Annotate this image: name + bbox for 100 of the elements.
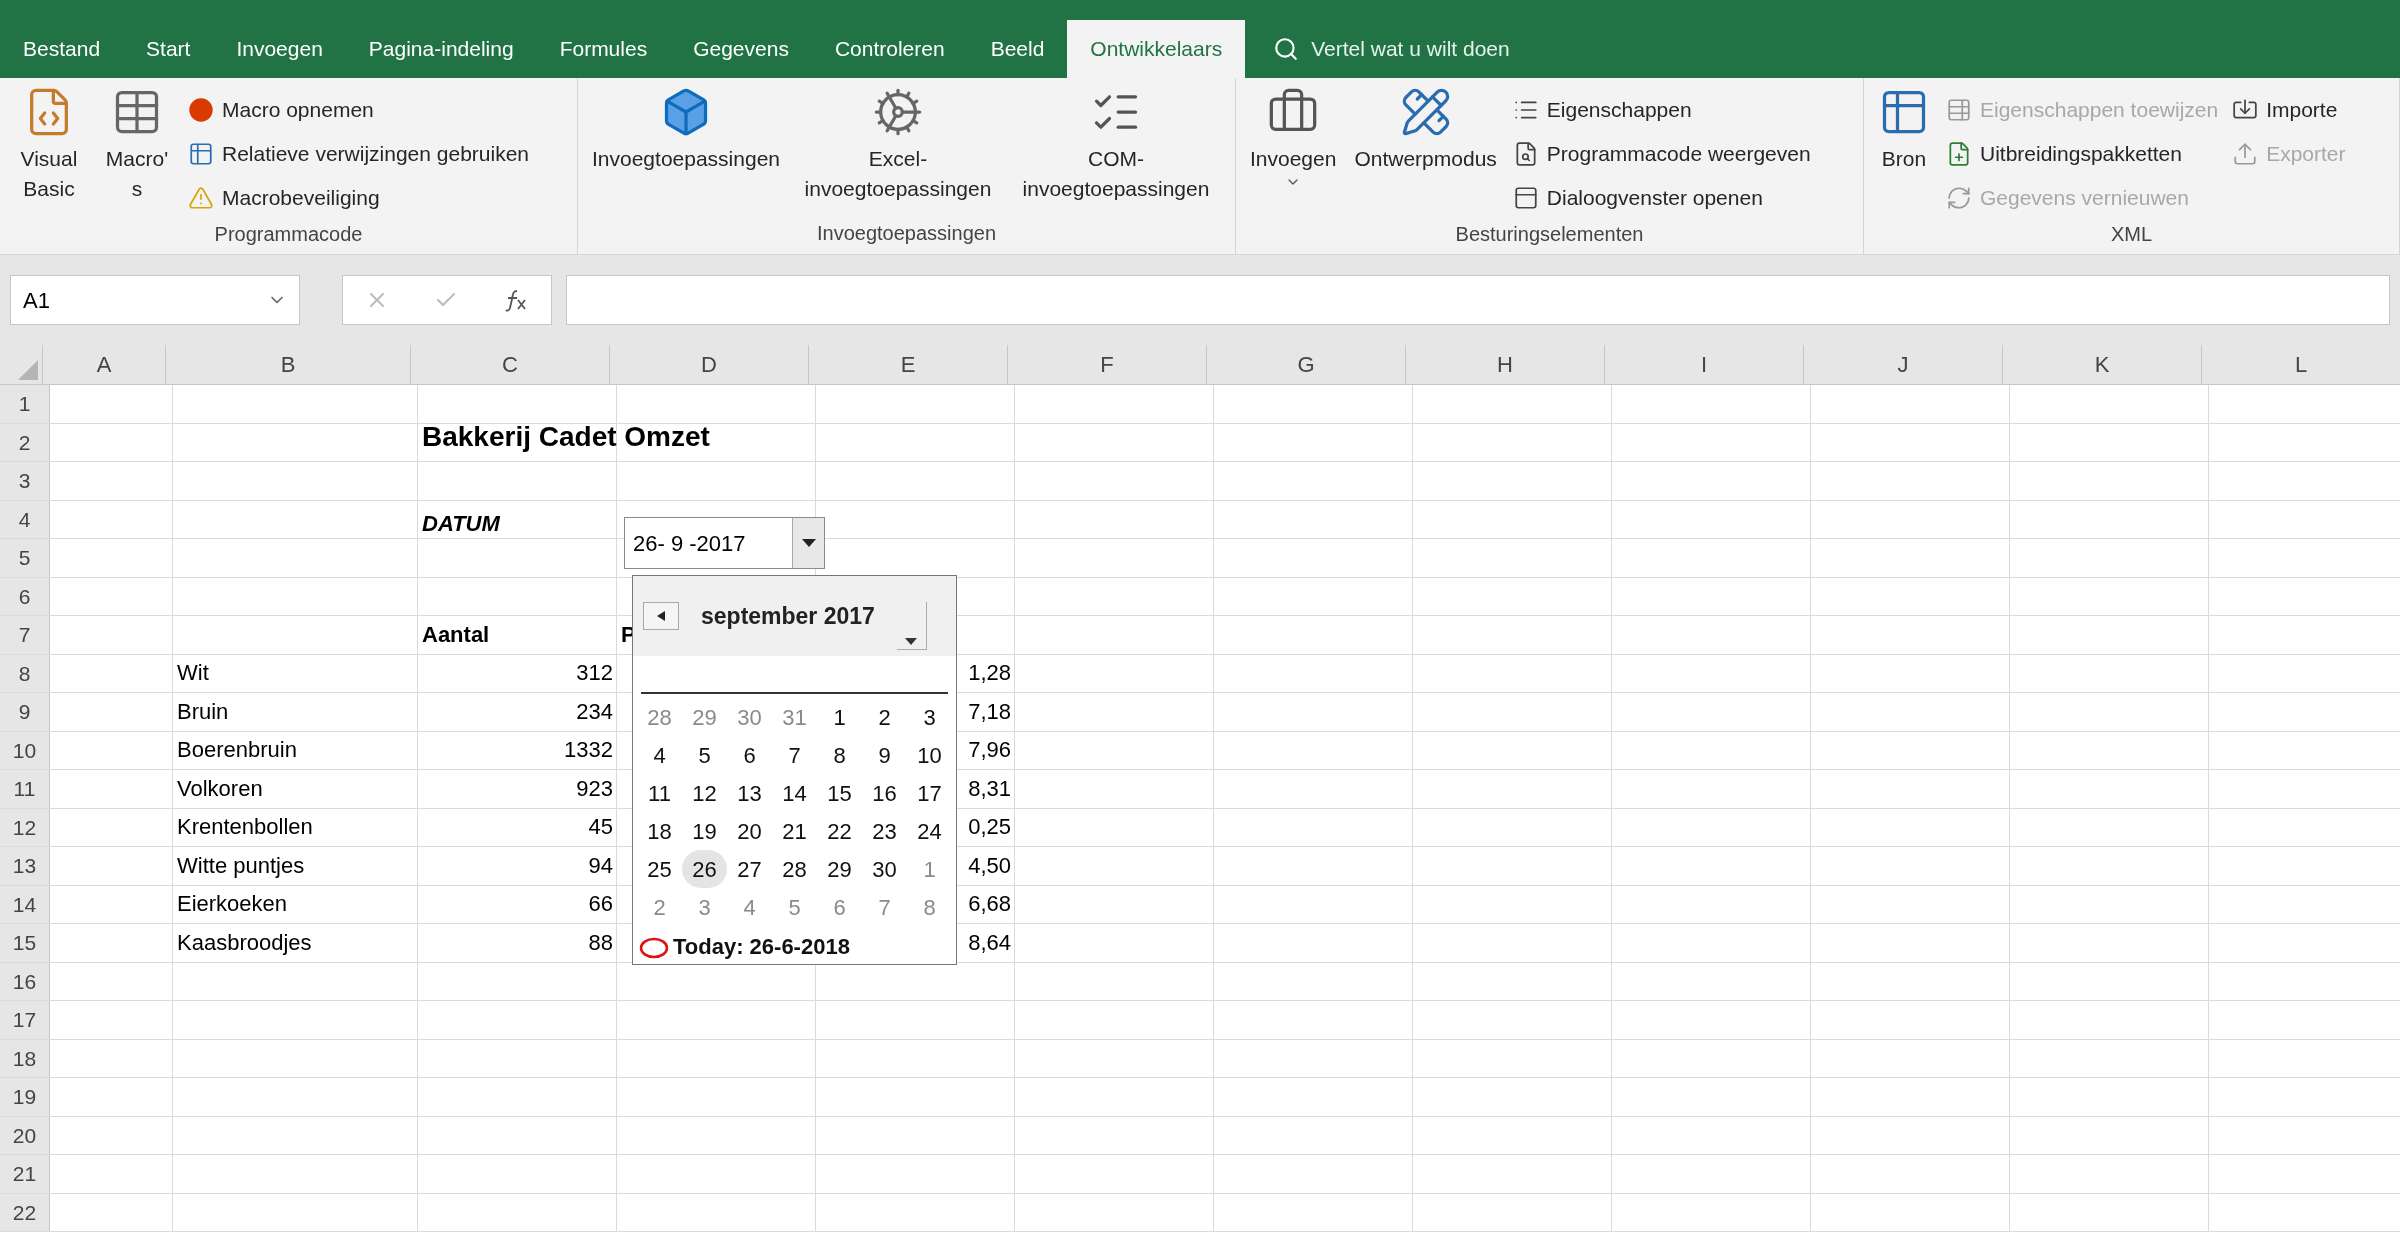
- row-header[interactable]: 12: [0, 808, 50, 846]
- calendar-day[interactable]: 21: [772, 812, 817, 850]
- calendar-day[interactable]: 31: [772, 698, 817, 736]
- row-header[interactable]: 16: [0, 962, 50, 1000]
- column-header[interactable]: J: [1803, 345, 2002, 384]
- calendar-day[interactable]: 26: [682, 850, 727, 888]
- calendar-day[interactable]: 8: [817, 736, 862, 774]
- row-header[interactable]: 22: [0, 1193, 50, 1231]
- row-header[interactable]: 6: [0, 577, 50, 615]
- calendar-day[interactable]: 20: [727, 812, 772, 850]
- row-header[interactable]: 19: [0, 1078, 50, 1116]
- column-header[interactable]: K: [2002, 345, 2201, 384]
- ribbon-button[interactable]: Invoegtoepassingen: [586, 86, 786, 174]
- calendar-day[interactable]: 5: [682, 736, 727, 774]
- row-header[interactable]: 2: [0, 423, 50, 461]
- ribbon-tab[interactable]: Ontwikkelaars: [1067, 20, 1246, 78]
- calendar-day[interactable]: 7: [772, 736, 817, 774]
- today-link[interactable]: Today: 26-6-2018: [673, 930, 850, 963]
- row-header[interactable]: 14: [0, 885, 50, 923]
- ribbon-button[interactable]: Excel-invoegtoepassingen: [792, 86, 1004, 204]
- ribbon-tab[interactable]: Start: [123, 20, 214, 78]
- ribbon-tab[interactable]: Gegevens: [670, 20, 812, 78]
- row-header[interactable]: 8: [0, 654, 50, 692]
- row-header[interactable]: 15: [0, 924, 50, 962]
- row-header[interactable]: 1: [0, 385, 50, 423]
- ribbon-tab[interactable]: Beeld: [967, 20, 1068, 78]
- row-header[interactable]: 18: [0, 1039, 50, 1077]
- ribbon-tab[interactable]: Formules: [536, 20, 671, 78]
- calendar-day[interactable]: 4: [727, 888, 772, 926]
- formula-field[interactable]: [566, 275, 2390, 325]
- previous-month-button[interactable]: [643, 602, 679, 630]
- calendar-day[interactable]: 19: [682, 812, 727, 850]
- ribbon-button[interactable]: COM-invoegtoepassingen: [1010, 86, 1222, 204]
- calendar-day[interactable]: 6: [817, 888, 862, 926]
- ribbon-button[interactable]: Eigenschappen: [1508, 88, 1815, 131]
- column-header[interactable]: F: [1007, 345, 1206, 384]
- calendar-day[interactable]: 25: [637, 850, 682, 888]
- row-header[interactable]: 7: [0, 616, 50, 654]
- calendar-day[interactable]: 18: [637, 812, 682, 850]
- row-header[interactable]: 9: [0, 693, 50, 731]
- row-header[interactable]: 5: [0, 539, 50, 577]
- calendar-day[interactable]: 3: [907, 698, 952, 736]
- row-header[interactable]: 20: [0, 1116, 50, 1154]
- calendar-day[interactable]: 22: [817, 812, 862, 850]
- calendar-day[interactable]: 10: [907, 736, 952, 774]
- ribbon-button[interactable]: Bron: [1872, 86, 1936, 174]
- column-header[interactable]: G: [1206, 345, 1405, 384]
- calendar-day[interactable]: 5: [772, 888, 817, 926]
- calendar-day[interactable]: 6: [727, 736, 772, 774]
- column-header[interactable]: E: [808, 345, 1007, 384]
- ribbon-button[interactable]: Dialoogvenster openen: [1508, 176, 1815, 219]
- ribbon-button[interactable]: Macro's: [96, 86, 178, 204]
- calendar-day[interactable]: 9: [862, 736, 907, 774]
- row-header[interactable]: 3: [0, 462, 50, 500]
- column-header[interactable]: B: [165, 345, 410, 384]
- row-header[interactable]: 11: [0, 770, 50, 808]
- calendar-day[interactable]: 4: [637, 736, 682, 774]
- calendar-day[interactable]: 24: [907, 812, 952, 850]
- calendar-day[interactable]: 29: [817, 850, 862, 888]
- date-combobox[interactable]: 26- 9 -2017: [624, 517, 825, 569]
- name-box[interactable]: A1: [10, 275, 300, 325]
- row-header[interactable]: 13: [0, 847, 50, 885]
- calendar-day[interactable]: 14: [772, 774, 817, 812]
- row-header[interactable]: 17: [0, 1001, 50, 1039]
- ribbon-tab[interactable]: Bestand: [0, 20, 124, 78]
- calendar-day[interactable]: 15: [817, 774, 862, 812]
- row-header[interactable]: 21: [0, 1155, 50, 1193]
- next-month-button[interactable]: [896, 602, 927, 650]
- calendar-day[interactable]: 1: [907, 850, 952, 888]
- calendar-day[interactable]: 12: [682, 774, 727, 812]
- calendar-day[interactable]: 27: [727, 850, 772, 888]
- ribbon-tab[interactable]: Invoegen: [213, 20, 346, 78]
- calendar-day[interactable]: 1: [817, 698, 862, 736]
- calendar-day[interactable]: 11: [637, 774, 682, 812]
- column-header[interactable]: L: [2201, 345, 2400, 384]
- column-header[interactable]: D: [609, 345, 808, 384]
- row-header[interactable]: 4: [0, 500, 50, 538]
- ribbon-tab[interactable]: Pagina-indeling: [345, 20, 537, 78]
- ribbon-tab[interactable]: Controleren: [811, 20, 968, 78]
- column-header[interactable]: I: [1604, 345, 1803, 384]
- calendar-day[interactable]: 16: [862, 774, 907, 812]
- calendar-day[interactable]: 23: [862, 812, 907, 850]
- column-header[interactable]: C: [410, 345, 609, 384]
- ribbon-button[interactable]: Visual Basic: [8, 86, 90, 204]
- ribbon-button[interactable]: Ontwerpmodus: [1348, 86, 1503, 174]
- ribbon-button[interactable]: Invoegen: [1244, 86, 1343, 190]
- ribbon-button[interactable]: Programmacode weergeven: [1508, 132, 1815, 175]
- row-header[interactable]: 10: [0, 731, 50, 769]
- calendar-day[interactable]: 2: [862, 698, 907, 736]
- ribbon-button[interactable]: Relatieve verwijzingen gebruiken: [184, 132, 533, 175]
- column-header[interactable]: A: [42, 345, 165, 384]
- calendar-day[interactable]: 13: [727, 774, 772, 812]
- calendar-day[interactable]: 17: [907, 774, 952, 812]
- tell-me-button[interactable]: Vertel wat u wilt doen: [1245, 20, 1526, 78]
- ribbon-button[interactable]: Macro opnemen: [184, 88, 533, 131]
- calendar-day[interactable]: 30: [862, 850, 907, 888]
- column-header[interactable]: H: [1405, 345, 1604, 384]
- ribbon-button[interactable]: Uitbreidingspakketten: [1942, 132, 2223, 175]
- ribbon-button[interactable]: Importe: [2228, 88, 2350, 131]
- calendar-day[interactable]: 28: [772, 850, 817, 888]
